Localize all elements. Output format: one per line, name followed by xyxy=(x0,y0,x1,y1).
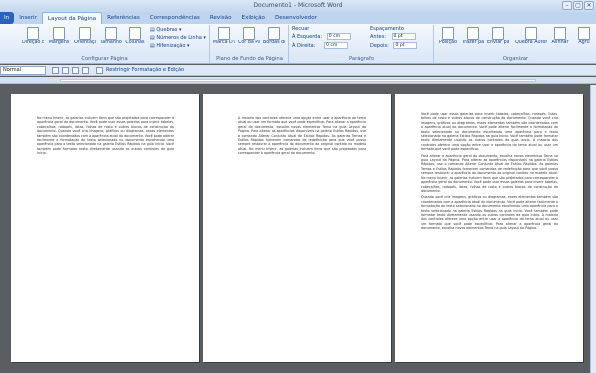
tab-developer[interactable]: Desenvolvedor xyxy=(270,12,322,24)
restrict-editing-icon[interactable] xyxy=(96,67,103,74)
tab-page-layout[interactable]: Layout da Página xyxy=(41,12,103,24)
ribbon-tabs: In Inserir Layout da Página Referências … xyxy=(0,12,596,24)
wrap-text-button[interactable]: Quebra Automática de Texto xyxy=(515,27,547,46)
columns-button[interactable]: Colunas xyxy=(124,27,146,46)
tab-view[interactable]: Exibição xyxy=(237,12,270,24)
tab-home[interactable]: In xyxy=(0,12,15,24)
hyphenation-button[interactable]: ▤ Hifenização ▾ xyxy=(150,42,190,50)
style-toolbar: Normal Restringir Formatação e Edição xyxy=(0,65,596,76)
spacing-after-field[interactable]: 0 pt xyxy=(393,42,418,49)
title-bar: Documento1 - Microsoft Word – ▢ ✕ xyxy=(0,0,596,12)
document-workspace: No menu Inserir, as galerias incluem ite… xyxy=(0,85,596,373)
minimize-button[interactable]: – xyxy=(562,1,572,10)
align-button[interactable]: Alinhar xyxy=(549,27,571,46)
page-borders-button[interactable]: Bordas de Página xyxy=(263,27,285,46)
page-3-text[interactable]: Você pode usar essas galerias para inser… xyxy=(421,112,558,233)
tab-review[interactable]: Revisão xyxy=(205,12,237,24)
size-button[interactable]: Tamanho xyxy=(100,27,122,46)
page-color-icon xyxy=(243,27,255,40)
page-1: No menu Inserir, as galerias incluem ite… xyxy=(11,94,199,362)
page-1-paragraph: No menu Inserir, as galerias incluem ite… xyxy=(37,116,174,156)
tab-references[interactable]: Referências xyxy=(102,12,145,24)
bring-to-front-icon xyxy=(467,27,479,40)
margins-button[interactable]: Margens xyxy=(48,27,70,46)
indent-left-field[interactable]: 0 cm xyxy=(326,33,351,40)
position-button[interactable]: Posição xyxy=(437,27,459,46)
text-direction-button[interactable]: Direção do Texto xyxy=(22,27,44,46)
line-numbers-button[interactable]: ▤ Números de Linha ▾ xyxy=(150,34,206,42)
tab-mailings[interactable]: Correspondências xyxy=(145,12,205,24)
page-3-paragraph-3: Quando você cria imagens, gráficos ou di… xyxy=(421,195,558,231)
align-icon xyxy=(554,27,566,40)
restrict-editing-label[interactable]: Restringir Formatação e Edição xyxy=(106,65,184,76)
format-painter-icon[interactable] xyxy=(52,67,59,74)
size-icon xyxy=(105,27,117,40)
ruler-track xyxy=(60,79,536,82)
wrap-text-icon xyxy=(525,27,537,40)
page-3-paragraph-2: Para alterar a aparência geral do docume… xyxy=(421,153,558,193)
position-icon xyxy=(442,27,454,40)
indent-left-row: À Esquerda: 0 cm xyxy=(292,33,351,41)
bring-to-front-button[interactable]: Trazer para a Frente xyxy=(462,27,484,46)
page-3: Você pode usar essas galerias para inser… xyxy=(395,94,583,362)
page-2: A maioria dos controles oferece uma opçã… xyxy=(203,94,391,362)
orientation-button[interactable]: Orientação xyxy=(74,27,96,46)
window-controls: – ▢ ✕ xyxy=(562,1,594,10)
close-button[interactable]: ✕ xyxy=(584,1,594,10)
page-2-paragraph: A maioria dos controles oferece uma opçã… xyxy=(238,116,366,156)
group-page-background: Marca D'água Cor da Página Bordas de Pág… xyxy=(211,25,289,63)
indent-right-field[interactable]: 0 cm xyxy=(323,42,348,49)
group-label-page-setup: Configurar Página xyxy=(81,56,128,62)
group-icon xyxy=(578,27,590,40)
group-label-paragraph: Parágrafo xyxy=(349,56,374,62)
group-paragraph: Recuar À Esquerda: 0 cm À Direita: 0 cm … xyxy=(290,25,434,63)
redo-icon[interactable] xyxy=(82,67,89,74)
group-button[interactable]: Agru xyxy=(573,27,595,46)
spacing-before-field[interactable]: 0 pt xyxy=(391,33,416,40)
vertical-scrollbar[interactable] xyxy=(590,85,596,373)
columns-icon xyxy=(129,27,141,40)
tab-insert[interactable]: Inserir xyxy=(14,12,42,24)
watermark-icon xyxy=(218,27,230,40)
horizontal-ruler[interactable] xyxy=(0,77,596,84)
save-icon[interactable] xyxy=(62,67,69,74)
orientation-icon xyxy=(79,27,91,40)
watermark-button[interactable]: Marca D'água xyxy=(213,27,235,46)
group-arrange: Posição Trazer para a Frente Enviar para… xyxy=(435,25,596,63)
maximize-button[interactable]: ▢ xyxy=(573,1,583,10)
send-to-back-icon xyxy=(492,27,504,40)
undo-icon[interactable] xyxy=(72,67,79,74)
group-page-setup: Direção do Texto Margens Orientação Tama… xyxy=(0,25,210,63)
send-to-back-button[interactable]: Enviar para Trás xyxy=(487,27,509,46)
spacing-after-row: Depois: 0 pt xyxy=(370,42,418,50)
page-color-button[interactable]: Cor da Página xyxy=(238,27,260,46)
style-select[interactable]: Normal xyxy=(0,66,46,75)
indent-right-row: À Direita: 0 cm xyxy=(292,42,348,50)
spacing-before-row: Antes: 0 pt xyxy=(370,33,416,41)
window-title: Documento1 - Microsoft Word xyxy=(253,2,343,9)
group-label-arrange: Organizar xyxy=(502,56,529,62)
spacing-title: Espaçamento xyxy=(370,26,404,32)
text-direction-icon xyxy=(27,27,39,40)
ribbon: Direção do Texto Margens Orientação Tama… xyxy=(0,24,596,64)
page-2-text[interactable]: A maioria dos controles oferece uma opçã… xyxy=(229,116,366,158)
page-1-text[interactable]: No menu Inserir, as galerias incluem ite… xyxy=(37,116,174,158)
page-borders-icon xyxy=(268,27,280,40)
group-label-page-background: Plano de Fundo da Página xyxy=(216,56,283,62)
margins-icon xyxy=(53,27,65,40)
breaks-button[interactable]: ▤ Quebras ▾ xyxy=(150,26,182,34)
indent-title: Recuar xyxy=(292,26,310,32)
page-3-paragraph-1: Você pode usar essas galerias para inser… xyxy=(421,112,558,152)
